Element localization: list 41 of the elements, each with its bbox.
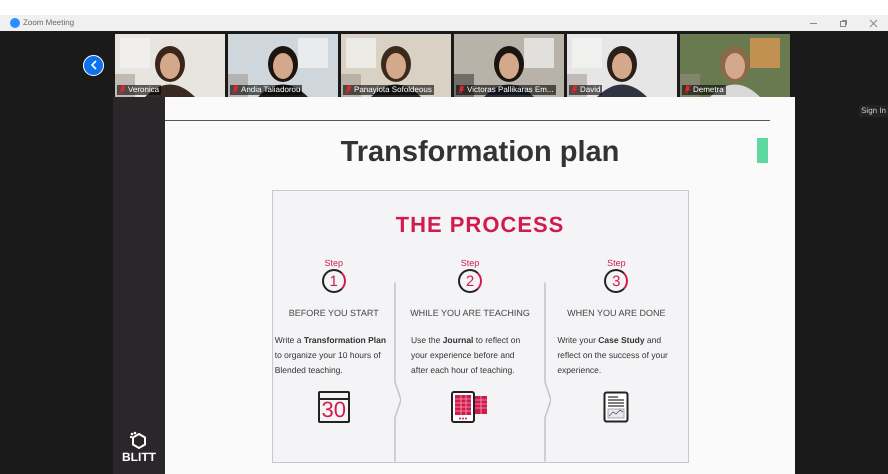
logo-text: BLITT	[122, 451, 156, 464]
step-label: Step	[607, 258, 626, 268]
step-label: Step	[324, 258, 343, 268]
muted-microphone-icon	[571, 85, 578, 94]
window-title: Zoom Meeting	[23, 17, 74, 29]
muted-microphone-icon	[345, 85, 352, 94]
participant-name: Panayiota Sofoldeous	[354, 84, 432, 94]
step-heading: WHEN YOU ARE DONE	[567, 307, 666, 320]
participant-video[interactable]: David	[567, 34, 677, 96]
zoom-app-icon	[10, 18, 20, 28]
participant-name: Veronica	[128, 84, 160, 94]
step-heading: WHILE YOU ARE TEACHING	[410, 307, 530, 320]
chevron-left-icon	[90, 60, 98, 70]
back-button[interactable]	[83, 54, 104, 76]
sign-in-button[interactable]: Sign In	[859, 105, 888, 117]
participant-video[interactable]: Veronica	[115, 34, 225, 96]
participant-video[interactable]: Victoras Pallikaras Em...	[454, 34, 564, 96]
step-label: Step	[460, 258, 480, 268]
process-title: THE PROCESS	[396, 211, 564, 239]
logo-icon	[129, 431, 149, 451]
muted-microphone-icon	[119, 85, 126, 94]
muted-microphone-icon	[458, 85, 465, 94]
slide-title: Transformation plan	[340, 135, 620, 169]
participant-video[interactable]: Demetra	[680, 34, 790, 96]
step-description: Use the Journal to reflect on your experience before and after each hour of teaching.	[411, 334, 522, 377]
close-icon[interactable]	[869, 18, 878, 28]
step-description: Write a Transformation Plan to organize your 10 hours of Blended teaching.	[274, 334, 388, 377]
restore-icon[interactable]	[839, 18, 848, 28]
calendar-date: 30	[321, 398, 346, 420]
report-icon	[603, 390, 630, 422]
step-heading: BEFORE YOU START	[288, 307, 379, 320]
participant-video[interactable]: Panayiota Sofoldeous	[341, 34, 451, 96]
participant-name: Victoras Pallikaras Em...	[467, 84, 554, 94]
muted-microphone-icon	[684, 85, 691, 94]
participant-name: David	[580, 84, 600, 94]
participant-video[interactable]: Andia Taliadorou	[228, 34, 338, 96]
participant-name: Andia Taliadorou	[241, 84, 300, 94]
muted-microphone-icon	[232, 85, 239, 94]
step-description: Write your Case Study and reflect on the success of your experience.	[557, 334, 669, 377]
participant-name: Demetra	[693, 84, 724, 94]
sticky-note	[757, 138, 768, 163]
